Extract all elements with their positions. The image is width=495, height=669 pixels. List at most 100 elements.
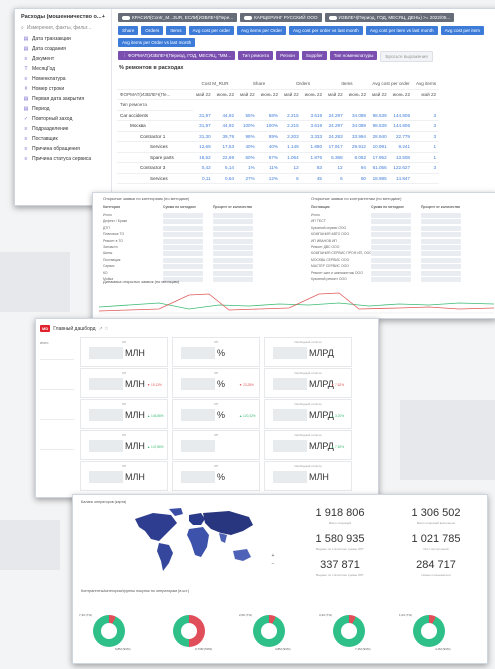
value-cell: 1% [237, 162, 258, 174]
sidebar-field-item[interactable]: ≡ Причина обращения [15, 144, 111, 154]
kpi-tile[interactable]: ЗП МЛН [80, 461, 168, 491]
pivot-row[interactable]: Services 0,11 0,64 27% 12% 6 45 6 50 18.985 14.847 [117, 173, 440, 184]
redacted-value [163, 245, 203, 250]
donut-chart[interactable] [413, 615, 445, 647]
kpi-tile[interactable]: Свободный остаток МЛРД [264, 337, 352, 367]
value-cell: 17,53 [213, 141, 237, 153]
measure-chip[interactable]: Items [166, 26, 186, 35]
donut-chart[interactable] [333, 615, 365, 647]
measure-chip[interactable]: Avg items per Order vs last month [118, 38, 196, 47]
pivot-row[interactable]: Services 12,69 17,53 40% 40% 1.149 1.890 17.917… [117, 141, 440, 153]
column-header[interactable]: Поставщик [311, 205, 330, 209]
pivot-row[interactable]: Contractor 1 31,30 39,78 98% 89% 2.203 3.333 24… [117, 131, 440, 142]
period-header[interactable]: май 22 [281, 89, 302, 100]
sidebar-field-item[interactable]: ≡ Поставщик [15, 134, 111, 144]
column-header[interactable]: Сумма по методике [163, 205, 196, 209]
redacted-value [421, 219, 461, 225]
kpi-tile[interactable]: Свободный остаток МЛРД ▼ 7,82% [264, 368, 352, 398]
sidebar-field-item[interactable]: ▤ Дата транзакции [15, 34, 111, 44]
period-header[interactable]: май 22 [413, 89, 440, 100]
tile-unit: МЛН [125, 410, 145, 420]
dimension-chip-repair-type[interactable]: Тип ремонта [238, 51, 274, 60]
sidebar-field-item[interactable]: ▤ Период [15, 104, 111, 114]
donut-chart[interactable] [253, 615, 285, 647]
dimension-chip-region[interactable]: Регион [276, 51, 299, 60]
period-header[interactable]: май 22 [325, 89, 346, 100]
world-map[interactable] [125, 505, 265, 575]
period-header[interactable]: июнь 22 [301, 89, 325, 100]
value-cell: 5,14 [213, 162, 237, 174]
zoom-in-button[interactable]: + [269, 553, 277, 561]
kpi-tile[interactable]: Свободный остаток МЛРД ▲ 3,20% [264, 399, 352, 429]
field-label: Дата создания [32, 46, 66, 52]
filter-chip-3[interactable]: ИЗВЛЕЧ(Период, ГОД, МЕСЯЦ, ДЕНЬ) >= 2022… [324, 13, 455, 22]
kpi-tile[interactable]: ЗП [172, 430, 260, 460]
field-label: Номенклатура [32, 76, 66, 82]
sidebar-field-item[interactable]: ≡ Номенклатура [15, 74, 111, 84]
kpi-tile[interactable]: ЗП% ▼ 23,28% [172, 368, 260, 398]
kpi-tile[interactable]: ЗП МЛН ▼ 15,13% [80, 368, 168, 398]
sidebar-field-item[interactable]: T МесяцГод [15, 64, 111, 74]
measure-chip[interactable]: Avg cost per item [440, 26, 484, 35]
add-field-button[interactable]: + [102, 14, 105, 20]
drop-zone[interactable]: Бросьте выражение [380, 51, 433, 62]
pivot-row[interactable]: Contractor 3 0,42 5,14 1% 11% 12 83 12 94 61.056 1… [117, 162, 440, 174]
kpi-tile[interactable]: Свободный остаток МЛРД ▲ 7,82% [264, 430, 352, 460]
dimension-chip-format[interactable]: ⋮ ФОРМАТ(ИЗВЛЕЧ(Период, ГОД, МЕСЯЦ, "ММ.… [118, 51, 236, 60]
period-header[interactable]: май 22 [193, 89, 214, 100]
kpi-tile[interactable]: Свободный остаток МЛН [264, 461, 352, 491]
period-header[interactable]: май 22 [237, 89, 258, 100]
measure-chip[interactable]: Orders [141, 26, 164, 35]
dimension-chip-nomenclature-type[interactable]: Тип номенклатуры [329, 51, 378, 60]
dataset-title[interactable]: Расходы (мошенничество о... [21, 14, 102, 20]
measure-chip[interactable]: Avg cost per item vs last month [365, 26, 438, 35]
sidebar-field-item[interactable]: # Номер строки [15, 84, 111, 94]
period-header[interactable]: май 22 [369, 89, 390, 100]
filter-chip-1[interactable]: КРАСИЛ(Contr_М...3UR, ЕСЛИ[ИЗВЛЕЧ(Пере..… [118, 13, 238, 22]
period-header[interactable]: июнь 22 [345, 89, 369, 100]
donut-chart[interactable] [173, 615, 205, 647]
dimension-chip-supplier[interactable]: Supplier [301, 51, 327, 60]
sidebar-field-item[interactable]: ≡ Подразделение [15, 124, 111, 134]
period-header[interactable]: июнь 22 [213, 89, 237, 100]
column-header[interactable]: Процент от количества [421, 205, 460, 209]
sidebar-field-item[interactable]: ≡ Документ [15, 54, 111, 64]
sidebar-field-item[interactable]: ▤ Дата создания [15, 44, 111, 54]
toggle-icon[interactable] [244, 15, 253, 20]
measure-chip[interactable]: Avg items per Order [237, 26, 287, 35]
toggle-icon[interactable] [328, 15, 337, 20]
pivot-row[interactable]: Spare parts 18,62 22,69 60% 57% 1.064 1.876 6.3… [117, 152, 440, 163]
toggle-icon[interactable] [122, 15, 130, 20]
column-header[interactable]: Процент от количества [213, 205, 252, 209]
column-header[interactable]: Сумма по методике [371, 205, 404, 209]
period-header[interactable]: июнь 22 [257, 89, 281, 100]
zoom-out-button[interactable]: − [269, 561, 277, 569]
measure-chip[interactable]: Share [118, 26, 139, 35]
redacted-value [181, 471, 215, 483]
redacted-value [163, 213, 203, 218]
period-header[interactable]: июнь 22 [389, 89, 413, 100]
redacted-value [163, 264, 203, 270]
kpi-tile[interactable]: ЗП% [172, 337, 260, 367]
kpi-tile[interactable]: ЗП% ▲ 120,32% [172, 399, 260, 429]
sidebar-field-item[interactable]: ✓ Повторный заход [15, 114, 111, 124]
measure-chip[interactable]: Avg cost per order [188, 26, 234, 35]
table-row-label: Итого [103, 213, 112, 217]
kpi-tile[interactable]: ЗП МЛН ▲ 147,86% [80, 430, 168, 460]
pivot-row[interactable]: Car accidents 31,97 44,92 55% 58% 2.215 3.619 2… [117, 110, 440, 121]
value-cell: 144.806 [389, 120, 413, 132]
pivot-row[interactable]: Москва 31,97 44,92 100% 100% 2.215 3.619 24.297… [117, 120, 440, 132]
field-type-icon: T [24, 66, 28, 72]
share-star-icons[interactable]: ↗ ☆ [99, 326, 109, 332]
measure-chip[interactable]: Avg cost per order vs last month [289, 26, 363, 35]
sidebar-field-item[interactable]: ▤ Первая дата закрытия [15, 94, 111, 104]
kpi-tile[interactable]: ЗП МЛН [80, 337, 168, 367]
column-header[interactable]: Категория [103, 205, 120, 209]
tile-unit: % [217, 472, 226, 482]
field-search[interactable]: ⌕ Измерения, факты, фильт... [21, 25, 107, 31]
filter-chip-2[interactable]: КАРЩЕРИНГ РУССКИЙ ООО [240, 13, 322, 22]
donut-chart[interactable] [93, 615, 125, 647]
kpi-tile[interactable]: ЗП% [172, 461, 260, 491]
kpi-tile[interactable]: ЗП МЛН ▲ 146,86% [80, 399, 168, 429]
sidebar-field-item[interactable]: ≡ Причина статуса сервиса [15, 154, 111, 164]
